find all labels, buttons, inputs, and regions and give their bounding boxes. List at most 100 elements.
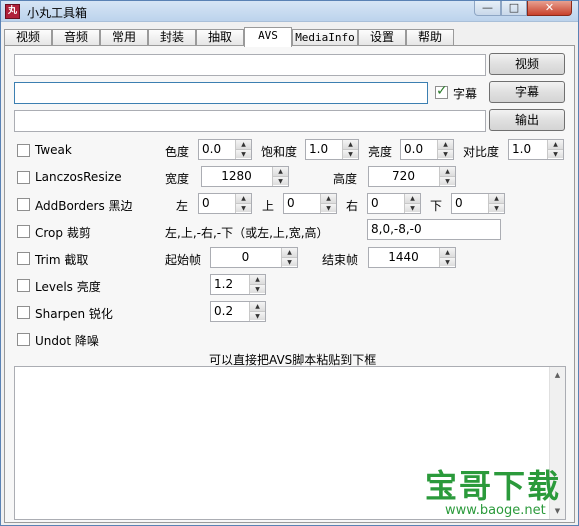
border-right-arrows: ▲ ▼ xyxy=(404,194,420,213)
resize-label: LanczosResize xyxy=(35,170,122,184)
spin-down-icon[interactable]: ▼ xyxy=(548,149,563,158)
spin-down-icon[interactable]: ▼ xyxy=(440,176,455,185)
subtitle-button[interactable]: 字幕 xyxy=(489,81,565,103)
tweak-label: Tweak xyxy=(35,143,72,157)
spin-up-icon[interactable]: ▲ xyxy=(440,167,455,176)
maximize-button[interactable]: □ xyxy=(501,1,527,16)
spin-up-icon[interactable]: ▲ xyxy=(250,302,265,311)
border-left-value: 0 xyxy=(202,196,210,210)
crop-hint: 左,上,-右,-下（或左,上,宽,高） xyxy=(165,226,329,240)
border-left-arrows: ▲ ▼ xyxy=(235,194,251,213)
spin-down-icon[interactable]: ▼ xyxy=(236,149,251,158)
contrast-stepper[interactable]: 1.0 ▲ ▼ xyxy=(508,139,564,160)
spin-down-icon[interactable]: ▼ xyxy=(282,257,297,266)
spin-down-icon[interactable]: ▼ xyxy=(343,149,358,158)
height-value: 720 xyxy=(392,169,415,183)
tab-settings[interactable]: 设置 xyxy=(358,29,406,46)
width-stepper[interactable]: 1280 ▲ ▼ xyxy=(201,166,289,187)
spin-up-icon[interactable]: ▲ xyxy=(489,194,504,203)
spin-down-icon[interactable]: ▼ xyxy=(273,176,288,185)
sharpen-checkbox[interactable] xyxy=(17,306,30,319)
subtitle-checkbox[interactable]: ✓ xyxy=(435,83,448,99)
borders-checkbox[interactable] xyxy=(17,198,30,211)
end-frame-stepper[interactable]: 1440 ▲ ▼ xyxy=(368,247,456,268)
spin-up-icon[interactable]: ▲ xyxy=(438,140,453,149)
border-right-value: 0 xyxy=(371,196,379,210)
spin-up-icon[interactable]: ▲ xyxy=(548,140,563,149)
resize-checkbox[interactable] xyxy=(17,171,30,184)
border-top-label: 上 xyxy=(262,199,275,213)
crop-checkbox[interactable] xyxy=(17,225,30,238)
tab-video[interactable]: 视频 xyxy=(4,29,52,46)
undot-checkbox[interactable] xyxy=(17,333,30,346)
hue-stepper[interactable]: 0.0 ▲ ▼ xyxy=(198,139,252,160)
tab-mux[interactable]: 封装 xyxy=(148,29,196,46)
spin-up-icon[interactable]: ▲ xyxy=(250,275,265,284)
output-button[interactable]: 输出 xyxy=(489,109,565,131)
hue-value: 0.0 xyxy=(202,142,222,156)
height-stepper[interactable]: 720 ▲ ▼ xyxy=(368,166,456,187)
spin-down-icon[interactable]: ▼ xyxy=(321,203,336,212)
tab-audio[interactable]: 音频 xyxy=(52,29,100,46)
border-left-stepper[interactable]: 0 ▲ ▼ xyxy=(198,193,252,214)
spin-down-icon[interactable]: ▼ xyxy=(438,149,453,158)
avs-panel: 视频 ✓ 字幕 字幕 输出 Tweak 色度 0.0 ▲ ▼ 饱和度 1.0 ▲ ▼… xyxy=(4,45,575,523)
tab-help[interactable]: 帮助 xyxy=(406,29,454,46)
hue-label: 色度 xyxy=(165,145,190,159)
spin-up-icon[interactable]: ▲ xyxy=(343,140,358,149)
minimize-button[interactable]: — xyxy=(474,1,501,16)
video-button[interactable]: 视频 xyxy=(489,53,565,75)
maximize-icon: □ xyxy=(508,1,520,14)
spin-up-icon[interactable]: ▲ xyxy=(236,194,251,203)
spin-down-icon[interactable]: ▼ xyxy=(236,203,251,212)
spin-up-icon[interactable]: ▲ xyxy=(321,194,336,203)
tab-mediainfo[interactable]: MediaInfo xyxy=(292,29,358,46)
trim-checkbox[interactable] xyxy=(17,252,30,265)
spin-up-icon[interactable]: ▲ xyxy=(440,248,455,257)
tab-avs[interactable]: AVS xyxy=(244,27,292,47)
border-right-label: 右 xyxy=(346,199,359,213)
video-path-input[interactable] xyxy=(14,54,486,76)
spin-down-icon[interactable]: ▼ xyxy=(250,311,265,320)
minimize-icon: — xyxy=(482,1,493,14)
spin-up-icon[interactable]: ▲ xyxy=(273,167,288,176)
border-right-stepper[interactable]: 0 ▲ ▼ xyxy=(367,193,421,214)
app-window: 丸 小丸工具箱 — □ ✕ 视频 音频 常用 封装 抽取 AVS MediaIn… xyxy=(0,0,579,526)
close-button[interactable]: ✕ xyxy=(527,1,572,16)
spin-down-icon[interactable]: ▼ xyxy=(405,203,420,212)
sharpen-arrows: ▲ ▼ xyxy=(249,302,265,321)
subtitle-path-input[interactable] xyxy=(14,82,428,104)
levels-stepper[interactable]: 1.2 ▲ ▼ xyxy=(210,274,266,295)
spin-down-icon[interactable]: ▼ xyxy=(489,203,504,212)
tab-extract[interactable]: 抽取 xyxy=(196,29,244,46)
spin-up-icon[interactable]: ▲ xyxy=(282,248,297,257)
brightness-value: 0.0 xyxy=(404,142,424,156)
sharpen-label: Sharpen 锐化 xyxy=(35,307,113,321)
saturation-label: 饱和度 xyxy=(261,145,298,159)
title-bar: 丸 小丸工具箱 — □ ✕ xyxy=(1,1,578,22)
brightness-stepper[interactable]: 0.0 ▲ ▼ xyxy=(400,139,454,160)
tweak-checkbox[interactable] xyxy=(17,144,30,157)
spin-down-icon[interactable]: ▼ xyxy=(440,257,455,266)
trim-label: Trim 截取 xyxy=(35,253,89,267)
border-bottom-stepper[interactable]: 0 ▲ ▼ xyxy=(451,193,505,214)
borders-label: AddBorders 黑边 xyxy=(35,199,133,213)
border-top-value: 0 xyxy=(287,196,295,210)
spin-down-icon[interactable]: ▼ xyxy=(250,284,265,293)
output-path-input[interactable] xyxy=(14,110,486,132)
start-frame-stepper[interactable]: 0 ▲ ▼ xyxy=(210,247,298,268)
tab-common[interactable]: 常用 xyxy=(100,29,148,46)
saturation-stepper[interactable]: 1.0 ▲ ▼ xyxy=(305,139,359,160)
border-top-stepper[interactable]: 0 ▲ ▼ xyxy=(283,193,337,214)
crop-input[interactable]: 8,0,-8,-0 xyxy=(367,219,501,240)
levels-checkbox[interactable] xyxy=(17,279,30,292)
scroll-up-icon[interactable]: ▲ xyxy=(550,367,565,383)
start-frame-label: 起始帧 xyxy=(165,253,202,267)
spin-up-icon[interactable]: ▲ xyxy=(236,140,251,149)
sharpen-stepper[interactable]: 0.2 ▲ ▼ xyxy=(210,301,266,322)
levels-arrows: ▲ ▼ xyxy=(249,275,265,294)
spin-up-icon[interactable]: ▲ xyxy=(405,194,420,203)
end-frame-label: 结束帧 xyxy=(322,253,359,267)
contrast-arrows: ▲ ▼ xyxy=(547,140,563,159)
watermark-text: 宝哥下载 xyxy=(425,467,562,505)
